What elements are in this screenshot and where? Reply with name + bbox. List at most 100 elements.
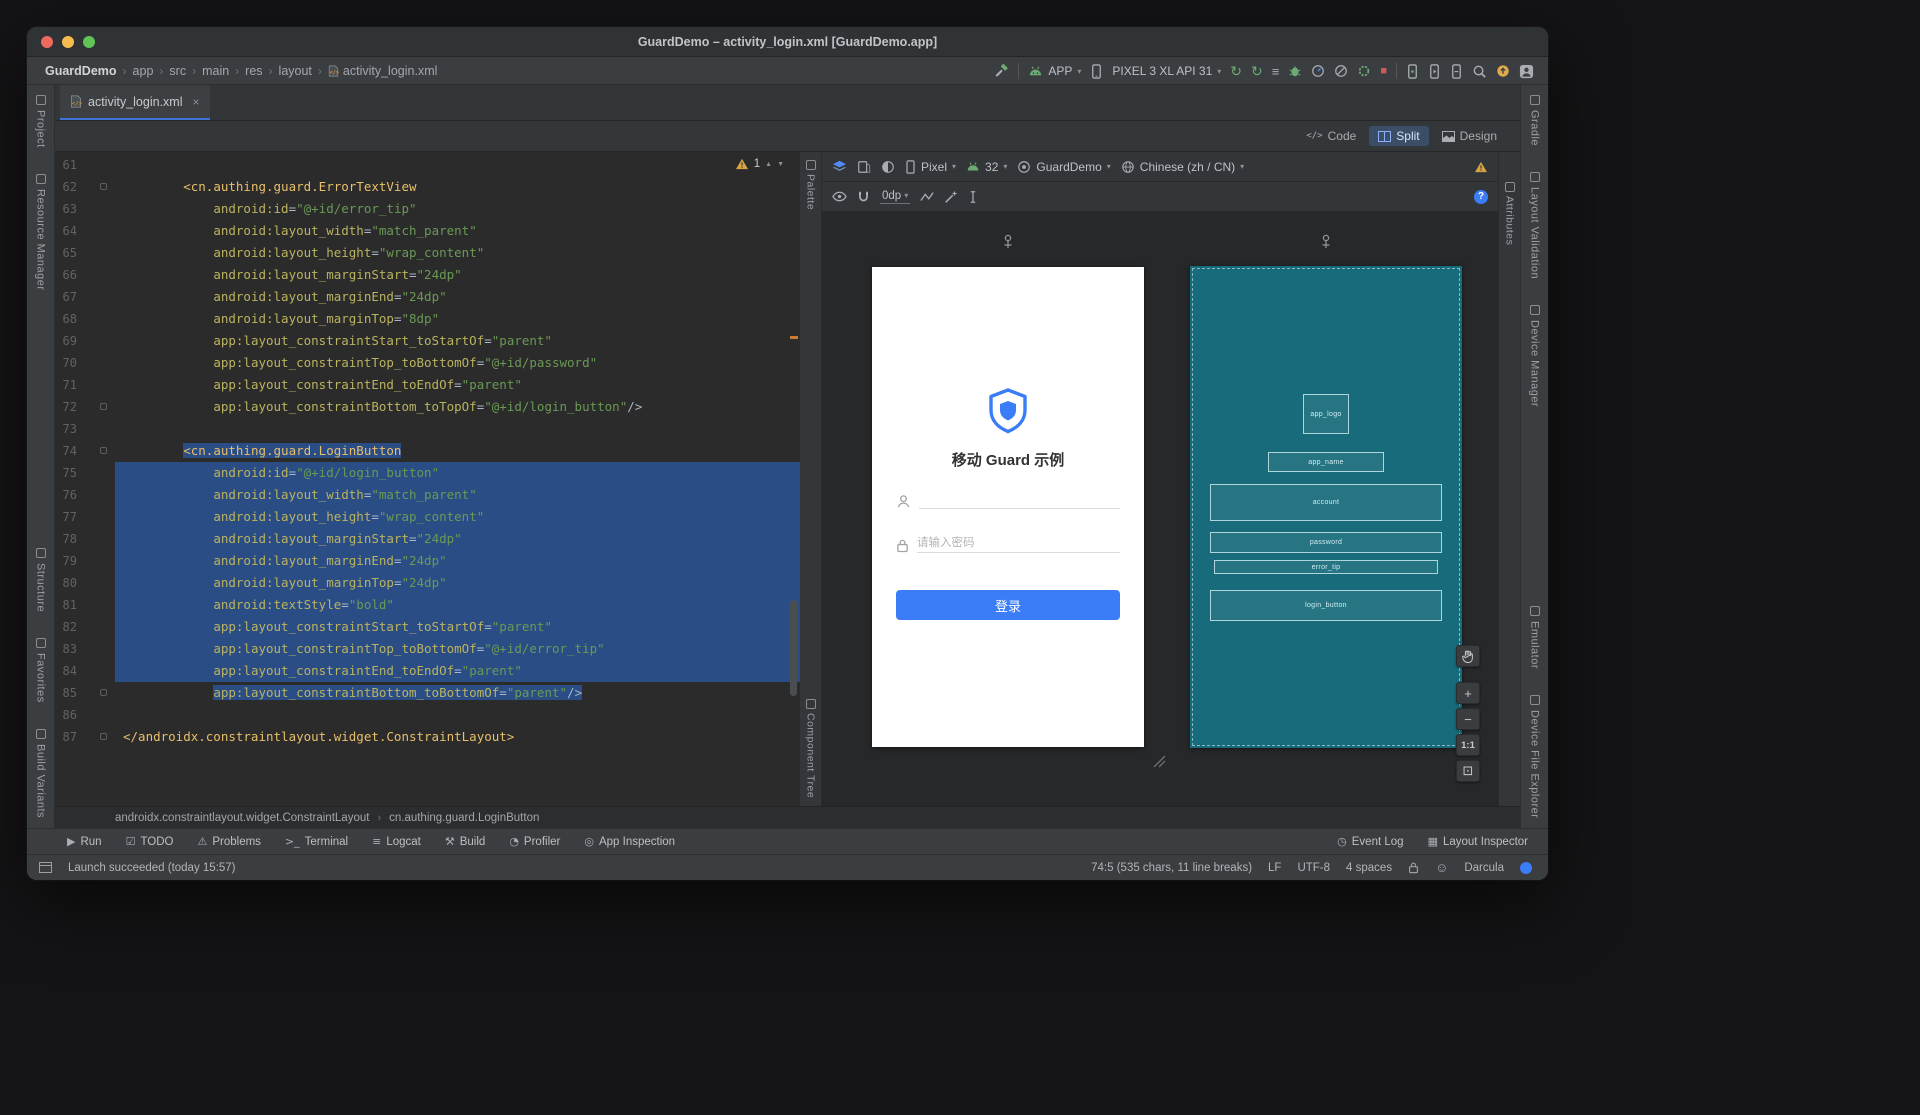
mode-code[interactable]: </> Code	[1297, 126, 1365, 146]
blueprint-box-login_button[interactable]: login_button	[1210, 590, 1442, 621]
blueprint-box-account[interactable]: account	[1210, 484, 1442, 521]
code-line[interactable]: app:layout_constraintTop_toBottomOf="@+i…	[115, 638, 800, 660]
tool-window-button-gradle[interactable]: Gradle	[1529, 95, 1541, 146]
inspections-widget[interactable]: 1 ▲ ▼	[735, 158, 784, 170]
tool-window-button-favorites[interactable]: Favorites	[35, 638, 47, 703]
mode-split[interactable]: Split	[1369, 126, 1429, 146]
code-line[interactable]: android:layout_marginEnd="24dp"	[115, 286, 800, 308]
prev-warning-icon[interactable]: ▲	[765, 161, 772, 168]
mirror-device-icon[interactable]	[1090, 63, 1103, 79]
resize-handle[interactable]	[1150, 752, 1166, 768]
password-input[interactable]: 请输入密码	[917, 535, 1120, 553]
password-field[interactable]: 请输入密码	[896, 535, 1120, 553]
code-line[interactable]: android:layout_marginStart="24dp"	[115, 264, 800, 286]
code-line[interactable]: android:layout_marginStart="24dp"	[115, 528, 800, 550]
xml-breadcrumb-item[interactable]: androidx.constraintlayout.widget.Constra…	[115, 812, 369, 824]
attributes-tab[interactable]: Attributes	[1504, 182, 1516, 245]
autoconnect-magnet-icon[interactable]	[857, 190, 870, 204]
code-line[interactable]: android:layout_height="wrap_content"	[115, 506, 800, 528]
code-scrollbar[interactable]	[790, 600, 797, 696]
device-select[interactable]: Pixel ▾	[905, 160, 956, 174]
breadcrumb-item[interactable]: main	[202, 64, 229, 78]
caret-position[interactable]: 74:5 (535 chars, 11 line breaks)	[1091, 862, 1252, 874]
scrollbar-warning-mark[interactable]	[790, 336, 798, 339]
file-encoding[interactable]: UTF-8	[1297, 862, 1330, 874]
code-line[interactable]: </androidx.constraintlayout.widget.Const…	[115, 726, 800, 748]
tool-window-button-device-manager[interactable]: Device Manager	[1529, 305, 1541, 407]
tool-window-button-app-inspection[interactable]: ◎ App Inspection	[584, 836, 675, 848]
notification-dot-icon[interactable]	[1520, 861, 1532, 874]
code-pane[interactable]: 61 62 63 64 65 66 67 68 69 70 71 72 73 74 75 76 77 78 79 80…	[55, 152, 800, 806]
profiler-icon[interactable]	[1311, 64, 1325, 78]
palette-tab[interactable]: Palette	[805, 160, 817, 210]
code-line[interactable]	[115, 704, 800, 726]
locale-select[interactable]: Chinese (zh / CN) ▾	[1121, 160, 1244, 174]
code-line[interactable]: android:layout_width="match_parent"	[115, 220, 800, 242]
running-devices-icon[interactable]	[1428, 63, 1441, 79]
run-config-select[interactable]: APP ▾	[1028, 64, 1081, 78]
gutter-fold-icon[interactable]	[100, 447, 107, 454]
infer-constraints-wand-icon[interactable]	[944, 190, 958, 204]
gutter-fold-icon[interactable]	[100, 403, 107, 410]
tool-window-button-project[interactable]: Project	[35, 95, 47, 148]
device-manager-icon[interactable]	[1406, 63, 1419, 79]
code-line[interactable]: app:layout_constraintEnd_toEndOf="parent…	[115, 660, 800, 682]
tool-window-button-layout-validation[interactable]: Layout Validation	[1529, 172, 1541, 279]
tool-window-switcher-icon[interactable]	[39, 862, 52, 873]
zoom-in-button[interactable]: +	[1456, 682, 1480, 704]
target-device-select[interactable]: PIXEL 3 XL API 31 ▾	[1112, 64, 1221, 78]
zoom-fit-button[interactable]: ⊡	[1456, 760, 1480, 782]
tool-window-button-logcat[interactable]: ≡ Logcat	[372, 836, 421, 848]
line-separator[interactable]: LF	[1268, 862, 1281, 874]
code-line[interactable]	[115, 154, 800, 176]
text-cursor-icon[interactable]	[968, 190, 978, 204]
code-line[interactable]: <cn.authing.guard.LoginButton	[115, 440, 800, 462]
blueprint-box-error_tip[interactable]: error_tip	[1214, 560, 1438, 574]
view-options-eye-icon[interactable]	[832, 191, 847, 202]
code-line[interactable]: android:id="@+id/error_tip"	[115, 198, 800, 220]
code-line[interactable]: app:layout_constraintBottom_toTopOf="@+i…	[115, 396, 800, 418]
breadcrumb-item[interactable]: app	[133, 64, 154, 78]
tool-window-button-event-log[interactable]: ◷ Event Log	[1337, 836, 1403, 848]
readonly-lock-icon[interactable]	[1408, 861, 1419, 874]
login-button[interactable]: 登录	[896, 590, 1120, 620]
tool-window-button-resource-manager[interactable]: Resource Manager	[35, 173, 47, 290]
tool-window-button-device-file-explorer[interactable]: Device File Explorer	[1529, 694, 1541, 818]
xml-breadcrumb-item[interactable]: cn.authing.guard.LoginButton	[389, 812, 539, 824]
tool-window-button-emulator[interactable]: Emulator	[1529, 605, 1541, 669]
breadcrumb-item[interactable]: layout	[279, 64, 312, 78]
render-warning-icon[interactable]	[1474, 161, 1488, 173]
code-line[interactable]: android:layout_marginEnd="24dp"	[115, 550, 800, 572]
night-mode-icon[interactable]	[881, 160, 895, 174]
code-line[interactable]: app:layout_constraintStart_toStartOf="pa…	[115, 330, 800, 352]
account-input[interactable]	[919, 491, 1120, 509]
help-icon[interactable]: ?	[1474, 189, 1488, 204]
code-line[interactable]: android:layout_marginTop="24dp"	[115, 572, 800, 594]
profile-avatar-icon[interactable]	[1519, 64, 1534, 79]
next-warning-icon[interactable]: ▼	[777, 161, 784, 168]
blueprint-box-password[interactable]: password	[1210, 532, 1442, 553]
api-select[interactable]: 32 ▾	[966, 160, 1007, 174]
design-canvas[interactable]: 移动 Guard 示例 请输入密码 登录 app_logo app_name a…	[822, 212, 1498, 806]
debug-icon[interactable]	[1288, 64, 1302, 78]
close-icon[interactable]: ×	[192, 95, 199, 109]
build-hammer-icon[interactable]	[994, 63, 1009, 79]
profile-app-icon[interactable]: ≡	[1272, 65, 1280, 78]
theme-select[interactable]: GuardDemo ▾	[1017, 160, 1111, 174]
component-tree-tab[interactable]: Component Tree	[805, 698, 817, 798]
indent-setting[interactable]: 4 spaces	[1346, 862, 1392, 874]
tool-window-button-profiler[interactable]: ◔ Profiler	[509, 836, 560, 848]
account-field[interactable]	[896, 491, 1120, 509]
code-line[interactable]: app:layout_constraintEnd_toEndOf="parent…	[115, 374, 800, 396]
tool-window-button-terminal[interactable]: >_ Terminal	[285, 836, 348, 848]
breadcrumb-item[interactable]: res	[245, 64, 262, 78]
search-icon[interactable]	[1472, 64, 1487, 79]
orientation-icon[interactable]	[857, 160, 871, 174]
coverage-icon[interactable]	[1357, 64, 1371, 78]
design-surface-icon[interactable]	[832, 160, 847, 173]
blueprint-box-app_logo[interactable]: app_logo	[1303, 394, 1349, 434]
code-line[interactable]: android:id="@+id/login_button"	[115, 462, 800, 484]
feedback-smiley-icon[interactable]: ☺	[1435, 860, 1448, 875]
blueprint-box-app_name[interactable]: app_name	[1268, 452, 1384, 472]
attach-debugger-icon[interactable]	[1334, 64, 1348, 78]
